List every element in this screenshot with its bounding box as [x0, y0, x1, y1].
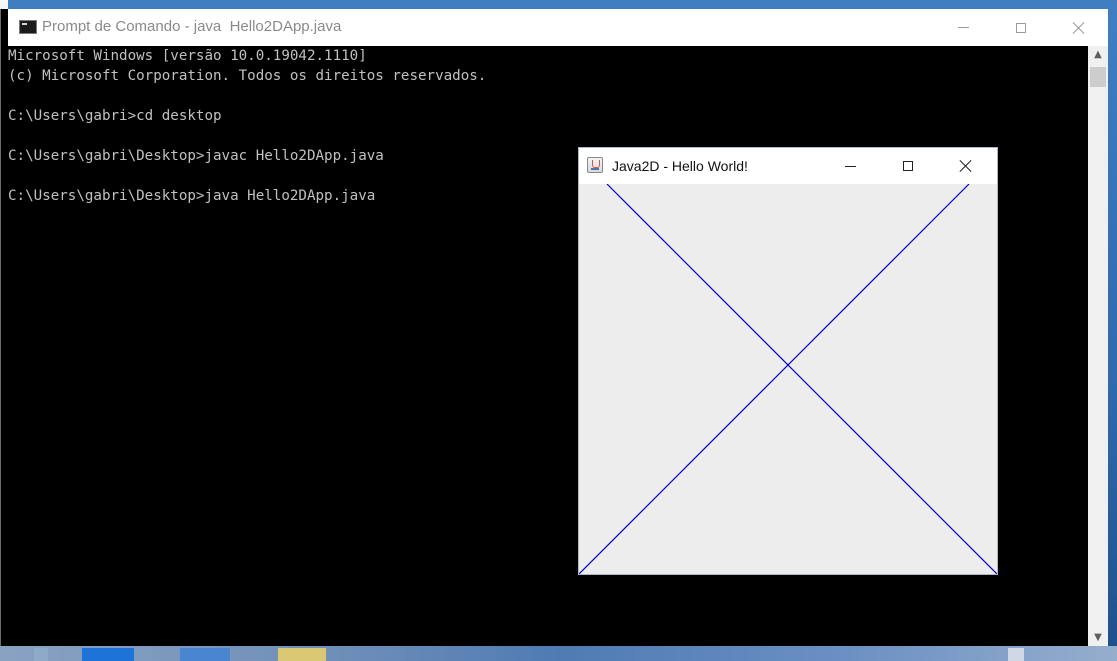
java2d-title: Java2D - Hello World! [612, 158, 748, 174]
cmd-close-button[interactable] [1050, 9, 1108, 46]
command-prompt-titlebar[interactable]: Prompt de Comando - java Hello2DApp.java [8, 9, 1108, 46]
minimize-icon [844, 165, 856, 167]
vertical-scrollbar[interactable]: ▲ ▼ [1088, 46, 1108, 646]
java-close-button[interactable] [937, 148, 995, 184]
console-line: Microsoft Windows [versão 10.0.19042.111… [8, 48, 367, 64]
java-coffee-icon [587, 157, 603, 173]
java-minimize-button[interactable] [821, 148, 879, 184]
cmd-minimize-button[interactable] [934, 9, 992, 46]
java2d-window: Java2D - Hello World! [578, 147, 998, 575]
java2d-canvas [579, 184, 997, 574]
scroll-down-icon[interactable]: ▼ [1088, 629, 1108, 646]
console-line: C:\Users\gabri\Desktop>java Hello2DApp.j… [8, 188, 376, 204]
command-prompt-title: Prompt de Comando - java Hello2DApp.java [42, 18, 342, 35]
scroll-up-icon[interactable]: ▲ [1088, 46, 1108, 63]
canvas-drawing [579, 184, 997, 574]
maximize-icon [903, 161, 913, 171]
console-line: (c) Microsoft Corporation. Todos os dire… [8, 68, 487, 84]
taskbar-edge [0, 646, 1117, 661]
diagonal-line-up [579, 184, 970, 574]
console-icon [19, 20, 37, 34]
diagonal-line-down [606, 184, 997, 574]
console-line: C:\Users\gabri>cd desktop [8, 108, 222, 124]
cmd-maximize-button[interactable] [992, 9, 1050, 46]
close-icon [1072, 21, 1086, 35]
scrollbar-thumb[interactable] [1090, 67, 1106, 87]
java2d-titlebar[interactable]: Java2D - Hello World! [579, 148, 997, 184]
console-line: C:\Users\gabri\Desktop>javac Hello2DApp.… [8, 148, 384, 164]
minimize-icon [957, 27, 969, 28]
java-maximize-button[interactable] [879, 148, 937, 184]
maximize-icon [1016, 22, 1026, 33]
close-icon [959, 159, 973, 173]
